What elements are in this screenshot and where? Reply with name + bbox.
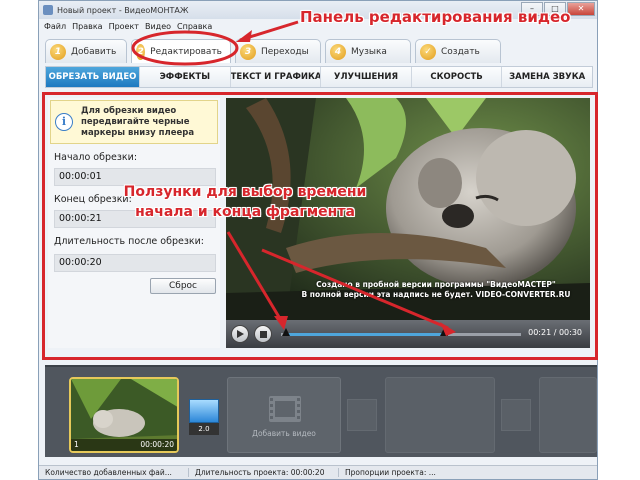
step-create[interactable]: ✓ Создать — [415, 39, 501, 63]
transition-icon — [189, 399, 219, 423]
step-tabs: 1 Добавить 2 Редактировать 3 Переходы 4 … — [45, 39, 501, 63]
step-transitions[interactable]: 3 Переходы — [235, 39, 321, 63]
clip-index: 1 — [74, 440, 79, 449]
step-edit[interactable]: 2 Редактировать — [131, 39, 231, 63]
menu-edit[interactable]: Правка — [72, 22, 102, 31]
step-label: Создать — [441, 46, 480, 57]
step-label: Переходы — [261, 46, 309, 57]
edit-area-highlight — [42, 92, 598, 360]
timeline: 1 00:00:20 2.0 Добавить видео — [45, 365, 597, 457]
step-music[interactable]: 4 Музыка — [325, 39, 411, 63]
status-clip-count: Количество добавленных фай... — [39, 468, 189, 477]
clip-duration: 00:00:20 — [140, 440, 174, 449]
window-title: Новый проект - ВидеоМОНТАЖ — [57, 5, 189, 15]
film-icon — [269, 396, 301, 422]
edit-tabs: ОБРЕЗАТЬ ВИДЕО ЭФФЕКТЫ ТЕКСТ И ГРАФИКА У… — [45, 66, 593, 88]
tab-trim[interactable]: ОБРЕЗАТЬ ВИДЕО — [46, 67, 140, 87]
add-video-label: Добавить видео — [252, 429, 316, 438]
menu-video[interactable]: Видео — [145, 22, 171, 31]
tab-speed[interactable]: СКОРОСТЬ — [412, 67, 503, 87]
tab-enhancements[interactable]: УЛУЧШЕНИЯ — [321, 67, 412, 87]
menu-file[interactable]: Файл — [44, 22, 66, 31]
app-icon — [43, 5, 53, 15]
step-label: Добавить — [71, 46, 117, 57]
menu-help[interactable]: Справка — [177, 22, 212, 31]
empty-clip-slot — [539, 377, 597, 453]
step-label: Музыка — [351, 46, 387, 57]
step-number: 3 — [240, 43, 256, 60]
step-number: 1 — [50, 43, 66, 60]
empty-clip-slot — [385, 377, 495, 453]
empty-transition-slot — [347, 399, 377, 431]
step-label: Редактировать — [150, 46, 222, 57]
status-proportions: Пропорции проекта: ... — [345, 468, 436, 477]
tab-text-graphics[interactable]: ТЕКСТ И ГРАФИКА — [231, 67, 322, 87]
transition-duration: 2.0 — [189, 423, 219, 435]
step-add[interactable]: 1 Добавить — [45, 39, 127, 63]
timeline-clip[interactable]: 1 00:00:20 — [69, 377, 179, 453]
status-duration: Длительность проекта: 00:00:20 — [189, 468, 339, 477]
step-number: 4 — [330, 43, 346, 60]
status-bar: Количество добавленных фай... Длительнос… — [39, 465, 597, 479]
sliders-annotation: Ползунки для выбор времени начала и конц… — [123, 184, 367, 220]
empty-transition-slot — [501, 399, 531, 431]
transition-block[interactable]: 2.0 — [189, 399, 219, 435]
add-video-slot[interactable]: Добавить видео — [227, 377, 341, 453]
close-button[interactable]: ✕ — [567, 2, 595, 16]
tab-effects[interactable]: ЭФФЕКТЫ — [140, 67, 231, 87]
tab-replace-sound[interactable]: ЗАМЕНА ЗВУКА — [502, 67, 592, 87]
menu-project[interactable]: Проект — [109, 22, 139, 31]
panel-annotation: Панель редактирования видео — [300, 8, 571, 26]
step-number: 2 — [136, 43, 146, 60]
check-icon: ✓ — [420, 43, 436, 60]
